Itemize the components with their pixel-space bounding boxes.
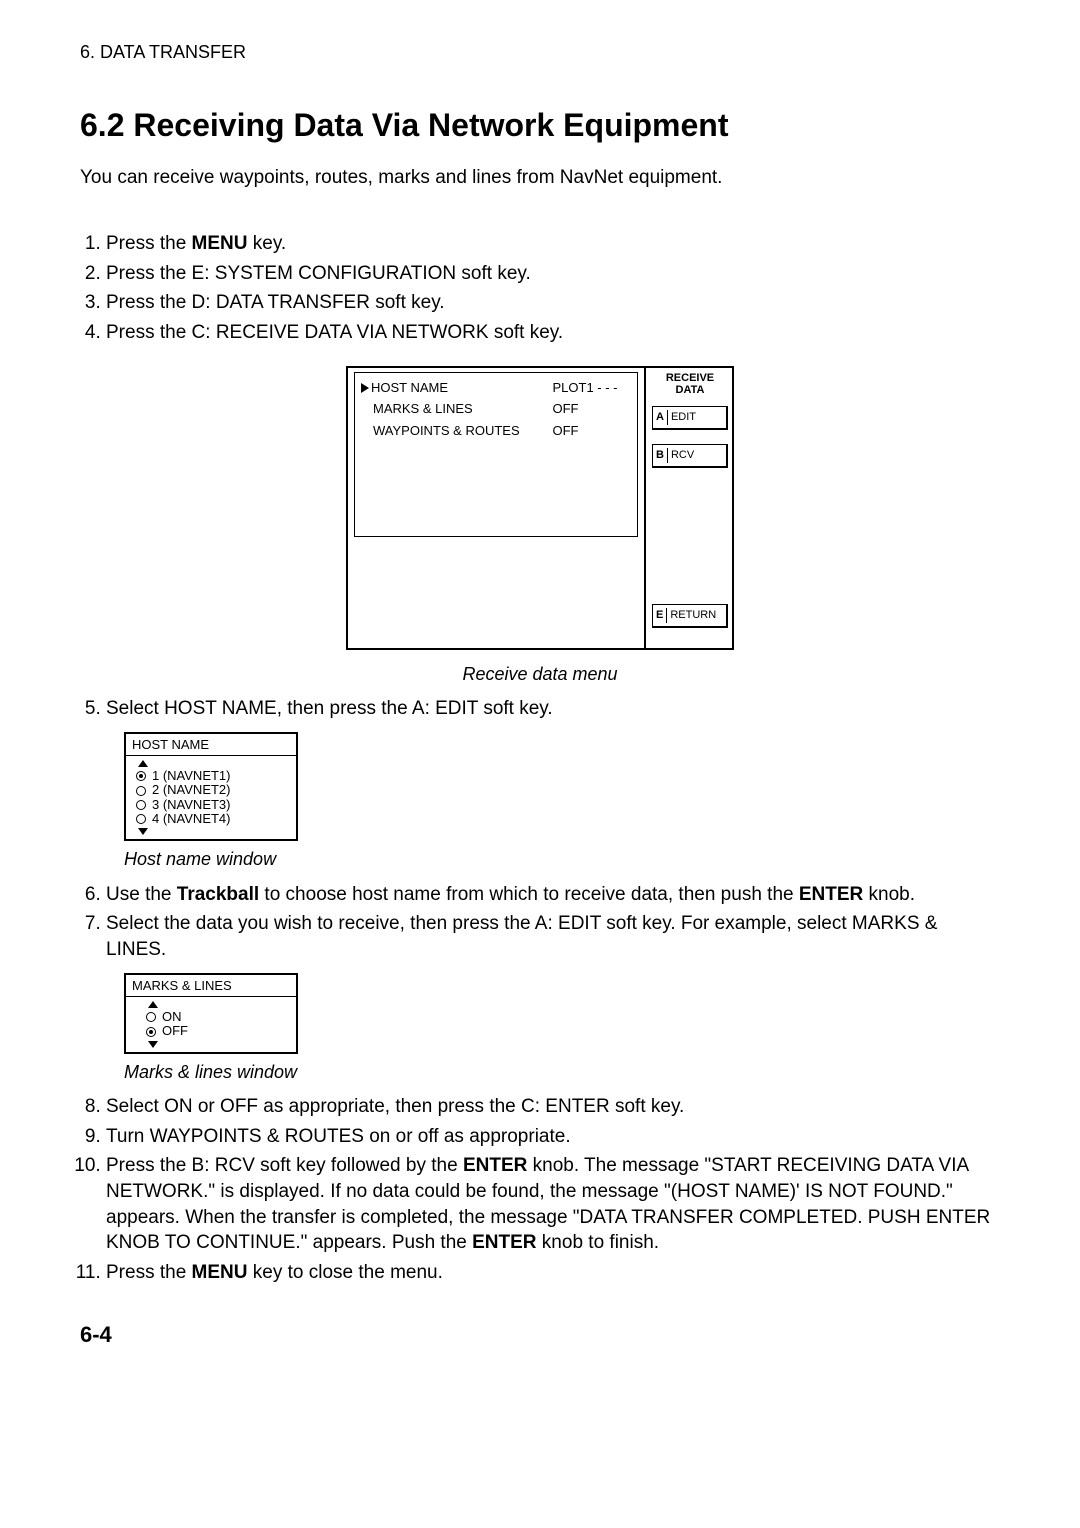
steps-list-cont: Select HOST NAME, then press the A: EDIT… (80, 696, 1000, 722)
step-3: Press the D: DATA TRANSFER soft key. (106, 290, 1000, 316)
menu-left-panel: HOST NAME PLOT1 - - - MARKS & LINES OFF … (348, 368, 646, 648)
item-label: ON (162, 1010, 182, 1024)
list-item[interactable]: ON (132, 1010, 290, 1024)
step-6: Use the Trackball to choose host name fr… (106, 882, 1000, 908)
step-bold: Trackball (177, 884, 259, 905)
step-2: Press the E: SYSTEM CONFIGURATION soft k… (106, 261, 1000, 287)
item-label: 1 (NAVNET1) (152, 769, 231, 783)
step-bold: ENTER (799, 884, 863, 905)
radio-icon (136, 786, 146, 796)
cursor-icon (361, 383, 369, 393)
radio-icon (136, 800, 146, 810)
list-item[interactable]: 3 (NAVNET3) (132, 798, 290, 812)
step-5: Select HOST NAME, then press the A: EDIT… (106, 696, 1000, 722)
softkey-e-return[interactable]: E RETURN (652, 604, 728, 628)
up-arrow-icon (148, 1001, 158, 1008)
list-item[interactable]: 2 (NAVNET2) (132, 783, 290, 797)
radio-icon (146, 1012, 156, 1022)
step-text: key. (248, 233, 287, 254)
item-label: 4 (NAVNET4) (152, 812, 231, 826)
softkey-label: RCV (671, 448, 694, 463)
list-item[interactable]: OFF (132, 1024, 290, 1038)
step-10: Press the B: RCV soft key followed by th… (106, 1153, 1000, 1256)
item-label: 3 (NAVNET3) (152, 798, 231, 812)
step-8: Select ON or OFF as appropriate, then pr… (106, 1094, 1000, 1120)
softkey-title: RECEIVEDATA (652, 372, 728, 396)
steps-list-cont2: Use the Trackball to choose host name fr… (80, 882, 1000, 963)
window-title: HOST NAME (126, 734, 296, 757)
row-label: MARKS & LINES (361, 398, 553, 420)
step-text: Press the B: RCV soft key followed by th… (106, 1155, 463, 1176)
up-arrow-icon (138, 760, 148, 767)
figure-caption: Marks & lines window (124, 1060, 1000, 1084)
window-title: MARKS & LINES (126, 975, 296, 998)
step-9: Turn WAYPOINTS & ROUTES on or off as app… (106, 1124, 1000, 1150)
step-text: knob. (863, 884, 915, 905)
step-text: to choose host name from which to receiv… (259, 884, 799, 905)
menu-table: HOST NAME PLOT1 - - - MARKS & LINES OFF … (361, 377, 631, 442)
steps-list: Press the MENU key. Press the E: SYSTEM … (80, 231, 1000, 346)
row-value: OFF (553, 420, 632, 442)
page-header: 6. DATA TRANSFER (80, 40, 1000, 64)
softkey-label: EDIT (671, 410, 696, 425)
step-text: Press the (106, 233, 192, 254)
steps-list-cont3: Select ON or OFF as appropriate, then pr… (80, 1094, 1000, 1285)
section-title: 6.2 Receiving Data Via Network Equipment (80, 104, 1000, 147)
table-row: WAYPOINTS & ROUTES OFF (361, 420, 631, 442)
item-label: 2 (NAVNET2) (152, 783, 231, 797)
row-label: HOST NAME (371, 380, 448, 395)
table-row: MARKS & LINES OFF (361, 398, 631, 420)
page-number: 6-4 (80, 1320, 1000, 1350)
radio-icon (146, 1027, 156, 1037)
menu-softkey-panel: RECEIVEDATA A EDIT B RCV E RETURN (648, 368, 732, 648)
radio-icon (136, 771, 146, 781)
step-bold: ENTER (472, 1232, 536, 1253)
step-bold: MENU (192, 233, 248, 254)
step-text: key to close the menu. (248, 1262, 443, 1283)
softkey-letter: E (655, 608, 667, 623)
row-label: WAYPOINTS & ROUTES (361, 420, 553, 442)
step-1: Press the MENU key. (106, 231, 1000, 257)
radio-icon (136, 814, 146, 824)
row-value: OFF (553, 398, 632, 420)
step-text: Press the (106, 1262, 192, 1283)
step-text: knob to finish. (537, 1232, 660, 1253)
row-value: PLOT1 - - - (553, 377, 632, 399)
figure-caption: Receive data menu (80, 662, 1000, 686)
step-text: Use the (106, 884, 177, 905)
step-11: Press the MENU key to close the menu. (106, 1260, 1000, 1286)
item-label: OFF (162, 1024, 188, 1038)
step-bold: MENU (192, 1262, 248, 1283)
down-arrow-icon (148, 1041, 158, 1048)
softkey-a-edit[interactable]: A EDIT (652, 406, 728, 430)
figure-receive-data-menu: HOST NAME PLOT1 - - - MARKS & LINES OFF … (80, 366, 1000, 686)
figure-host-name-window: HOST NAME 1 (NAVNET1) 2 (NAVNET2) 3 (NAV… (124, 732, 298, 842)
down-arrow-icon (138, 828, 148, 835)
step-7: Select the data you wish to receive, the… (106, 911, 1000, 962)
list-item[interactable]: 1 (NAVNET1) (132, 769, 290, 783)
figure-caption: Host name window (124, 847, 1000, 871)
list-item[interactable]: 4 (NAVNET4) (132, 812, 290, 826)
step-4: Press the C: RECEIVE DATA VIA NETWORK so… (106, 320, 1000, 346)
softkey-letter: B (655, 448, 668, 463)
intro-text: You can receive waypoints, routes, marks… (80, 165, 1000, 191)
softkey-letter: A (655, 410, 668, 425)
figure-marks-lines-window: MARKS & LINES ON OFF (124, 973, 298, 1054)
table-row: HOST NAME PLOT1 - - - (361, 377, 631, 399)
softkey-label: RETURN (670, 608, 716, 623)
step-bold: ENTER (463, 1155, 527, 1176)
softkey-b-rcv[interactable]: B RCV (652, 444, 728, 468)
